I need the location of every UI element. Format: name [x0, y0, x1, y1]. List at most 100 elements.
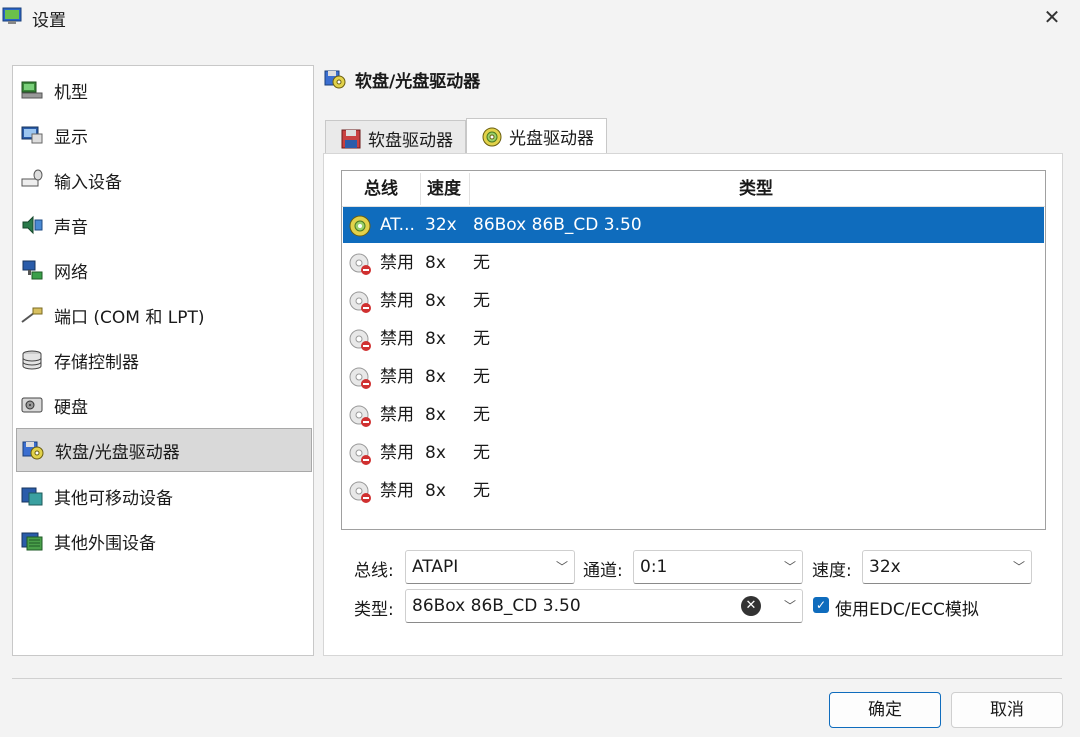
clear-icon[interactable]: ✕: [741, 596, 761, 616]
cell-bus: 禁用: [380, 443, 414, 463]
sidebar-item-display[interactable]: 显示: [16, 113, 312, 157]
cdrom-disabled-icon: [349, 329, 371, 351]
chevron-down-icon: ﹀: [1012, 560, 1025, 574]
peripherals-icon: [21, 532, 43, 551]
close-button[interactable]: ✕: [1034, 2, 1070, 32]
display-icon: [21, 126, 43, 144]
sidebar-item-network[interactable]: 网络: [16, 248, 312, 292]
sidebar-item-label: 输入设备: [54, 172, 122, 193]
sidebar-item-label: 存储控制器: [54, 352, 139, 373]
page-title: 软盘/光盘驱动器: [323, 64, 480, 94]
cell-speed: 32x: [425, 215, 457, 235]
sidebar-item-label: 硬盘: [54, 397, 88, 418]
sidebar-item-peripherals[interactable]: 其他外围设备: [16, 519, 312, 563]
sidebar-item-removable-devices[interactable]: 其他可移动设备: [16, 474, 312, 518]
cdrom-icon: [482, 127, 502, 146]
speed-label: 速度:: [812, 561, 852, 581]
column-divider: [469, 173, 470, 205]
chevron-down-icon: ﹀: [555, 560, 568, 574]
sidebar-item-machine[interactable]: 机型: [16, 68, 312, 112]
table-row[interactable]: 禁用 8x 无: [343, 359, 1044, 395]
cell-speed: 8x: [425, 405, 446, 425]
cell-bus: 禁用: [380, 253, 414, 273]
sidebar-item-input-devices[interactable]: 输入设备: [16, 158, 312, 202]
cdrom-disabled-icon: [349, 291, 371, 313]
cell-type: 无: [473, 253, 490, 273]
cdrom-enabled-icon: [349, 215, 371, 237]
table-row[interactable]: 禁用 8x 无: [343, 321, 1044, 357]
edc-ecc-checkbox[interactable]: ✓: [813, 597, 829, 613]
cell-speed: 8x: [425, 443, 446, 463]
sidebar-item-label: 机型: [54, 82, 88, 103]
window-title: 设置: [32, 11, 66, 31]
table-row[interactable]: 禁用 8x 无: [343, 473, 1044, 509]
column-header-bus[interactable]: 总线: [364, 171, 398, 207]
cell-type: 无: [473, 329, 490, 349]
title-bar: 设置 ✕: [0, 0, 1080, 36]
sidebar-item-label: 声音: [54, 217, 88, 238]
cdrom-disabled-icon: [349, 253, 371, 275]
table-header: 总线 速度 类型: [342, 171, 1045, 207]
close-icon: ✕: [1043, 5, 1061, 29]
edc-ecc-label[interactable]: 使用EDC/ECC模拟: [835, 595, 979, 620]
cell-bus: 禁用: [380, 329, 414, 349]
table-row[interactable]: 禁用 8x 无: [343, 245, 1044, 281]
cell-speed: 8x: [425, 481, 446, 501]
table-row[interactable]: 禁用 8x 无: [343, 283, 1044, 319]
speed-select[interactable]: 32x ﹀: [862, 550, 1032, 584]
cell-bus: AT...: [380, 215, 415, 235]
network-icon: [22, 260, 43, 280]
tab-cdrom-drives[interactable]: 光盘驱动器: [466, 118, 607, 154]
channel-select[interactable]: 0:1 ﹀: [633, 550, 803, 584]
type-label: 类型:: [354, 600, 394, 620]
sidebar-item-label: 软盘/光盘驱动器: [55, 442, 180, 463]
app-icon: [2, 7, 22, 24]
tab-floppy-drives[interactable]: 软盘驱动器: [325, 120, 466, 156]
sidebar-item-hard-disk[interactable]: 硬盘: [16, 383, 312, 427]
column-divider: [420, 173, 421, 205]
settings-content: 软盘/光盘驱动器 软盘驱动器 光盘驱动器 总线 速度 类型 AT... 32x: [323, 56, 1063, 656]
cancel-button[interactable]: 取消: [951, 692, 1063, 728]
sidebar-item-storage-controllers[interactable]: 存储控制器: [16, 338, 312, 382]
tab-label: 光盘驱动器: [509, 129, 594, 149]
chevron-down-icon: ﹀: [783, 599, 796, 613]
bus-label: 总线:: [354, 561, 394, 581]
floppy-cdrom-icon: [324, 70, 346, 89]
column-header-type[interactable]: 类型: [739, 171, 773, 207]
sidebar-item-label: 其他外围设备: [54, 533, 156, 554]
cdrom-disabled-icon: [349, 405, 371, 427]
cell-type: 无: [473, 443, 490, 463]
cell-speed: 8x: [425, 253, 446, 273]
sidebar-item-floppy-cdrom[interactable]: 软盘/光盘驱动器: [16, 428, 312, 472]
sidebar-item-label: 显示: [54, 127, 88, 148]
column-header-speed[interactable]: 速度: [427, 171, 461, 207]
settings-sidebar: 机型 显示 输入设备 声音 网络 端口 (COM 和 LPT) 存储控制器 硬盘…: [12, 65, 314, 656]
footer-divider: [12, 678, 1062, 679]
ports-icon: [21, 307, 43, 323]
floppy-icon: [341, 129, 361, 148]
sidebar-item-label: 端口 (COM 和 LPT): [54, 307, 205, 328]
type-value: 86Box 86B_CD 3.50: [412, 596, 581, 616]
cell-type: 无: [473, 367, 490, 387]
table-row[interactable]: 禁用 8x 无: [343, 397, 1044, 433]
cdrom-drive-table[interactable]: 总线 速度 类型 AT... 32x 86Box 86B_CD 3.50 禁用 …: [341, 170, 1046, 530]
speed-value: 32x: [869, 557, 901, 577]
hard-disk-icon: [21, 397, 43, 413]
cdrom-panel: 总线 速度 类型 AT... 32x 86Box 86B_CD 3.50 禁用 …: [323, 153, 1063, 656]
page-title-text: 软盘/光盘驱动器: [355, 71, 481, 92]
floppy-cdrom-icon: [22, 441, 44, 460]
table-row[interactable]: AT... 32x 86Box 86B_CD 3.50: [343, 207, 1044, 243]
ok-button[interactable]: 确定: [829, 692, 941, 728]
machine-icon: [21, 81, 43, 99]
channel-value: 0:1: [640, 557, 668, 577]
sidebar-item-sound[interactable]: 声音: [16, 203, 312, 247]
sound-icon: [22, 215, 43, 235]
cell-type: 无: [473, 481, 490, 501]
input-devices-icon: [21, 169, 43, 187]
cell-type: 无: [473, 405, 490, 425]
sidebar-item-ports[interactable]: 端口 (COM 和 LPT): [16, 293, 312, 337]
cell-speed: 8x: [425, 367, 446, 387]
bus-select[interactable]: ATAPI ﹀: [405, 550, 575, 584]
storage-controllers-icon: [22, 350, 42, 370]
table-row[interactable]: 禁用 8x 无: [343, 435, 1044, 471]
